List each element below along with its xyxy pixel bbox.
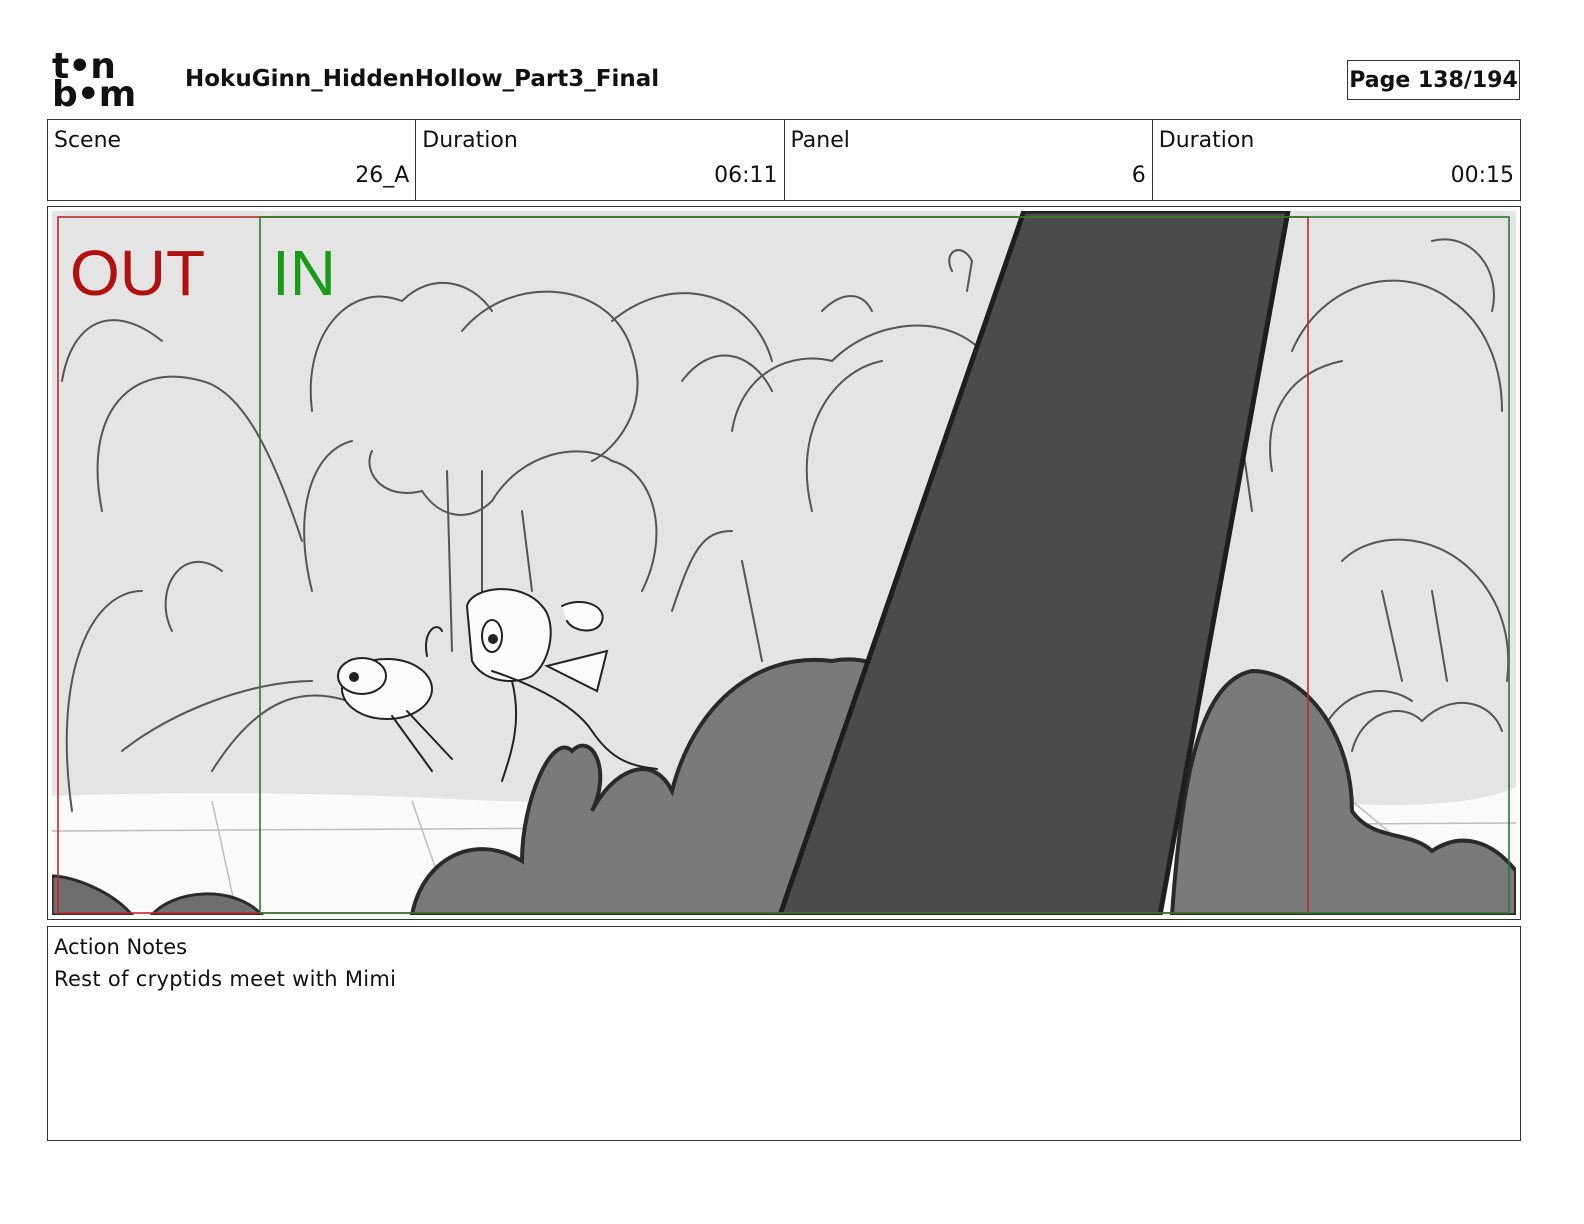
toon-boom-logo: t•n b•m: [52, 49, 164, 115]
panel-duration-value: 00:15: [1450, 163, 1514, 188]
panel-duration-cell: Duration 00:15: [1153, 120, 1520, 200]
action-notes-label: Action Notes: [54, 935, 188, 959]
mimi-head: [465, 588, 552, 682]
out-label: OUT: [70, 237, 205, 309]
in-label: IN: [272, 237, 336, 309]
scene-duration-label: Duration: [422, 128, 518, 153]
page-indicator: Page 138/194: [1347, 60, 1520, 100]
panel-cell: Panel 6: [785, 120, 1153, 200]
document-title: HokuGinn_HiddenHollow_Part3_Final: [185, 66, 660, 92]
scene-duration-value: 06:11: [714, 163, 778, 188]
cryptid-head: [337, 657, 387, 695]
panel-label: Panel: [790, 128, 850, 153]
logo-line-bottom: b•m: [52, 74, 136, 115]
panel-drawing: OUT IN: [52, 211, 1516, 915]
storyboard-panel: OUT IN: [47, 206, 1521, 920]
scene-value: 26_A: [355, 163, 410, 188]
action-notes-text: Rest of cryptids meet with Mimi: [54, 967, 397, 991]
scene-label: Scene: [54, 128, 122, 153]
scene-cell: Scene 26_A: [48, 120, 417, 200]
action-notes: Action Notes Rest of cryptids meet with …: [47, 926, 1521, 1141]
scene-duration-cell: Duration 06:11: [416, 120, 785, 200]
panel-duration-label: Duration: [1158, 128, 1255, 153]
scene-info-table: Scene 26_A Duration 06:11 Panel 6 Durati…: [47, 119, 1521, 201]
page-number: Page 138/194: [1349, 67, 1518, 93]
panel-value: 6: [1131, 163, 1146, 188]
